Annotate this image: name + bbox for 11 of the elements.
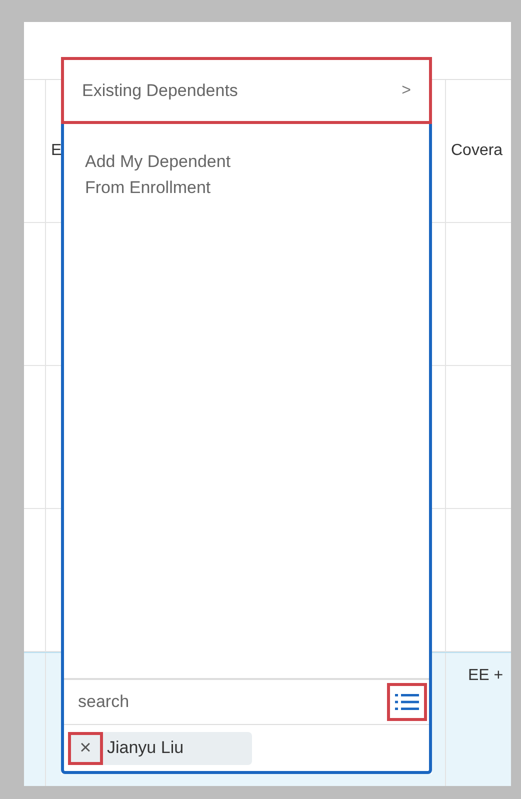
chevron-icon: > <box>402 78 411 104</box>
remove-button[interactable]: × <box>68 732 103 764</box>
chip-label: Jianyu Liu <box>106 738 184 758</box>
menu-item[interactable]: Add My Dependent From Enrollment <box>64 124 429 204</box>
column-header: Covera <box>450 142 503 160</box>
search-field[interactable]: search <box>64 692 387 712</box>
list-button[interactable] <box>387 683 427 721</box>
list-icon <box>395 693 419 711</box>
column-header: E <box>50 142 62 160</box>
menu-item[interactable]: Existing Dependents > <box>61 57 432 124</box>
table-cell-text: EE + <box>467 666 504 685</box>
